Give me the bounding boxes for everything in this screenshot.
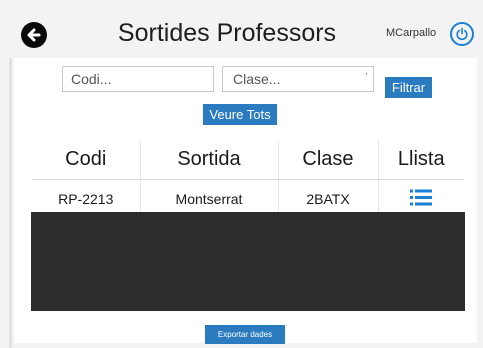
filtrar-button[interactable]: Filtrar	[385, 77, 432, 98]
username-label: MCarpallo	[386, 27, 437, 39]
export-data-button[interactable]: Exportar dades	[205, 325, 285, 344]
column-header-clase: Clase	[278, 140, 379, 180]
logout-button[interactable]	[450, 22, 474, 46]
column-header-codi: Codi	[32, 140, 141, 180]
page-header: Sortides Professors MCarpallo	[0, 0, 483, 62]
veure-tots-button[interactable]: Veure Tots	[203, 104, 277, 125]
arrow-left-icon	[27, 28, 41, 42]
dark-content-area	[31, 212, 465, 311]
sortides-table: Codi Sortida Clase Llista RP-2213 Montse…	[32, 140, 464, 217]
power-icon	[456, 27, 468, 41]
list-icon[interactable]	[410, 189, 433, 209]
clase-select-value: Clase...	[233, 71, 281, 87]
clase-select[interactable]: Clase... ˙	[222, 66, 374, 92]
back-button[interactable]	[21, 22, 47, 48]
codi-search-input[interactable]	[62, 66, 214, 92]
column-header-sortida: Sortida	[140, 140, 279, 180]
page-title: Sortides Professors	[117, 19, 337, 47]
table-header-row: Codi Sortida Clase Llista	[32, 140, 464, 180]
panel-edge	[9, 58, 12, 348]
dropdown-arrow-icon: ˙	[365, 71, 369, 85]
column-header-llista: Llista	[378, 140, 464, 180]
